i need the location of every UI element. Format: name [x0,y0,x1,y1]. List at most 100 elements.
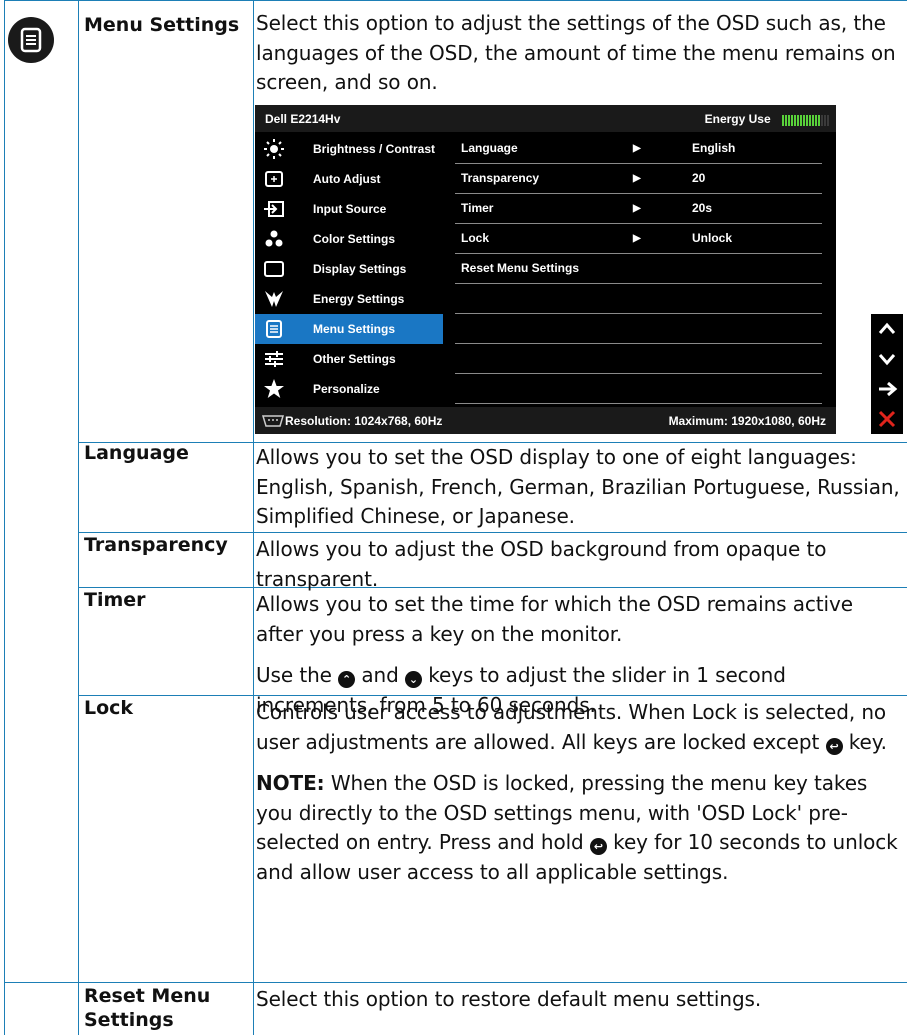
osd-sidebar-label: Auto Adjust [313,172,381,186]
menu-settings-icon [8,17,54,63]
note-label: NOTE: [256,771,325,795]
osd-option-name: Transparency [461,171,540,185]
brightness-icon [263,138,285,160]
osd-sidebar-item[interactable]: Energy Settings [255,284,443,314]
osd-option-row [455,284,822,314]
osd-sidebar-label: Personalize [313,382,380,396]
exit-button[interactable] [871,404,903,434]
energy-bar-segment [827,115,829,127]
osd-sidebar-item[interactable]: Personalize [255,374,443,404]
osd-menu-screenshot: Dell E2214Hv Energy Use Brightness / Con… [255,105,836,434]
grid-line [4,982,907,983]
osd-option-value: English [692,141,736,155]
grid-line [78,0,79,1035]
chevron-up-icon [878,322,896,334]
osd-option-value: Unlock [692,231,733,245]
osd-sidebar-label: Energy Settings [313,292,405,306]
row-desc-reset-menu-settings: Select this option to restore default me… [256,987,762,1011]
energy-bar-segment [803,115,805,127]
energy-bar-segment [809,115,811,127]
osd-sidebar-item[interactable]: Color Settings [255,224,443,254]
play-arrow-icon: ▶ [633,233,641,244]
energy-bar-segment [794,115,796,127]
energy-bar-segment [797,115,799,127]
osd-option-row[interactable]: Language ▶ English [455,134,822,164]
energy-bar-segment [821,115,823,127]
osd-option-row[interactable]: Lock ▶ Unlock [455,224,822,254]
osd-sidebar-item[interactable]: Auto Adjust [255,164,443,194]
energy-bar-segment [791,115,793,127]
osd-resolution: Resolution: 1024x768, 60Hz [285,414,443,428]
down-button[interactable] [871,344,903,374]
osd-option-name: Timer [461,201,494,215]
energy-bar-segment [785,115,787,127]
row-title-menu-settings: Menu Settings [84,14,240,36]
vga-icon [261,414,285,431]
osd-option-name: Language [461,141,518,155]
energy-settings-icon [263,288,285,310]
up-key-icon: ⌃ [338,671,356,688]
energy-label: Energy Use [704,112,771,126]
osd-option-row[interactable]: Transparency ▶ 20 [455,164,822,194]
osd-sidebar-label: Menu Settings [313,322,396,336]
grid-line [4,0,907,1]
osd-option-value: 20 [692,171,706,185]
osd-sidebar-item[interactable]: Display Settings [255,254,443,284]
osd-option-value: 20s [692,201,713,215]
row-desc-transparency: Allows you to adjust the OSD background … [256,537,827,591]
row-desc-menu-settings: Select this option to adjust the setting… [256,11,896,94]
osd-option-name: Reset Menu Settings [461,261,580,275]
osd-sidebar-label: Input Source [313,202,387,216]
osd-footer: Resolution: 1024x768, 60Hz Maximum: 1920… [255,407,836,434]
osd-header: Dell E2214Hv Energy Use [255,105,836,132]
energy-bar-segment [815,115,817,127]
row-title-timer: Timer [84,589,146,611]
arrow-right-icon [879,381,898,397]
osd-sidebar-item[interactable]: Menu Settings [255,314,443,344]
menu-settings-icon [263,318,285,340]
play-arrow-icon: ▶ [633,203,641,214]
play-arrow-icon: ▶ [633,173,641,184]
up-button[interactable] [871,314,903,344]
osd-option-row [455,344,822,374]
energy-meter: Energy Use [705,112,830,127]
energy-bar-segment [824,115,826,127]
osd-sidebar-item[interactable]: Brightness / Contrast [255,134,443,164]
osd-sidebar-item[interactable]: Input Source [255,194,443,224]
osd-model: Dell E2214Hv [265,112,341,126]
osd-option-name: Lock [461,231,490,245]
osd-sidebar-item[interactable]: Other Settings [255,344,443,374]
energy-bar-segment [806,115,808,127]
play-arrow-icon: ▶ [633,143,641,154]
color-settings-icon [263,228,285,250]
energy-bar-segment [818,115,820,127]
osd-options: Language ▶ English Transparency ▶ 20 Timer ▶ 20s… [455,134,822,404]
enter-button[interactable] [871,374,903,404]
row-desc-language: Allows you to set the OSD display to one… [256,445,900,528]
osd-sidebar-label: Brightness / Contrast [313,142,436,156]
chevron-down-icon [878,354,896,366]
grid-line [4,0,5,1035]
osd-maximum: Maximum: 1920x1080, 60Hz [668,414,826,428]
energy-bar-segment [782,115,784,127]
osd-option-row [455,314,822,344]
row-title-transparency: Transparency [84,534,228,556]
grid-line [253,0,254,1035]
back-key-icon: ↩ [589,838,607,855]
close-icon [878,410,896,428]
star-icon [263,378,285,400]
osd-option-row [455,374,822,404]
other-settings-icon [263,348,285,370]
osd-option-row[interactable]: Timer ▶ 20s [455,194,822,224]
osd-sidebar-label: Other Settings [313,352,396,366]
osd-option-row[interactable]: Reset Menu Settings [455,254,822,284]
energy-bar-segment [788,115,790,127]
osd-sidebar: Brightness / Contrast Auto Adjust Input So… [255,134,443,404]
osd-sidebar-label: Color Settings [313,232,396,246]
row-title-lock: Lock [84,697,134,719]
input-source-icon [263,198,285,220]
osd-sidebar-label: Display Settings [313,262,407,276]
row-title-language: Language [84,442,189,464]
display-settings-icon [263,258,285,280]
row-desc-lock: Controls user access to adjustments. Whe… [256,700,898,884]
